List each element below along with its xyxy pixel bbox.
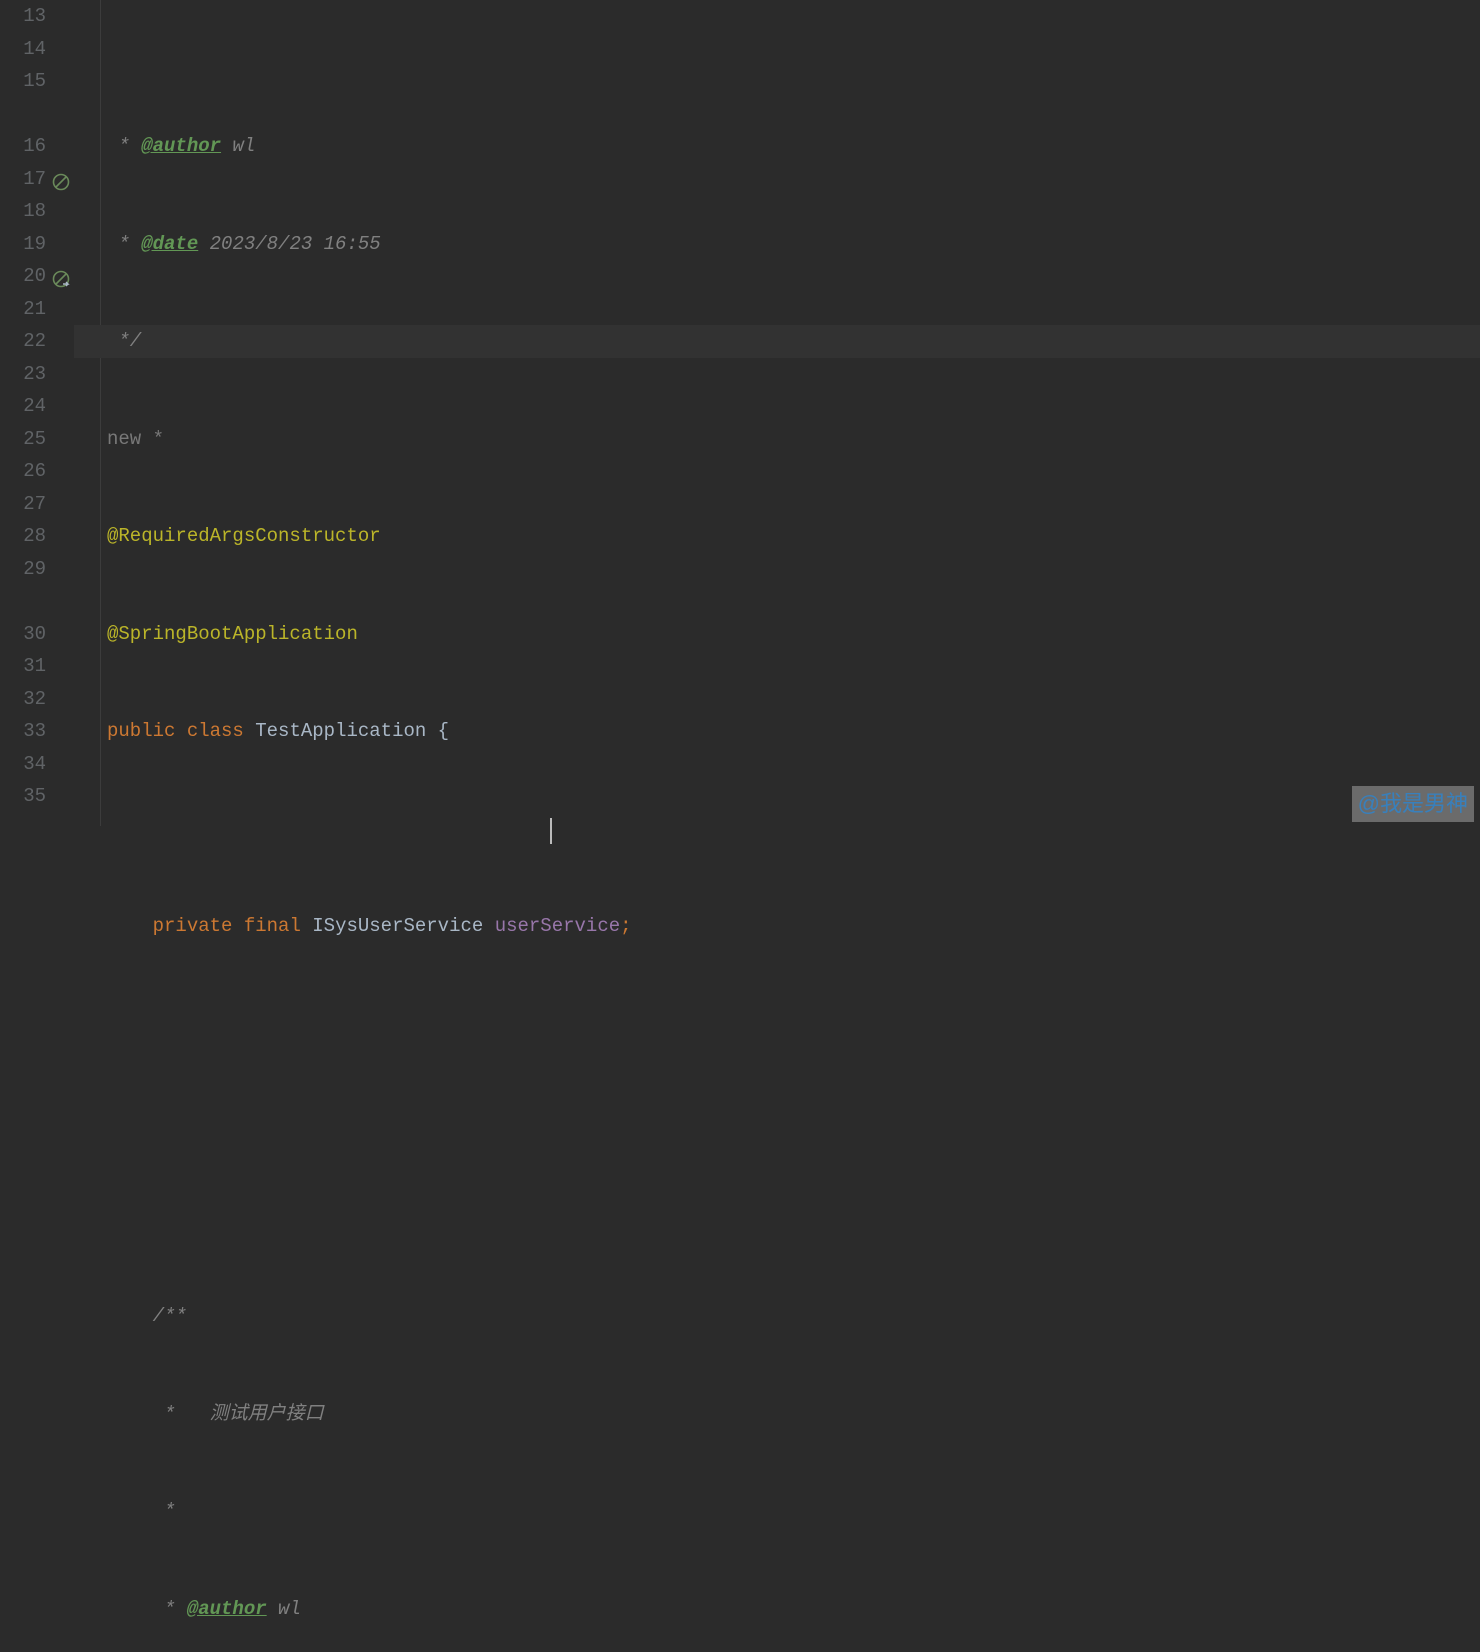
line-number: 19 — [23, 228, 46, 261]
line-number: 21 — [23, 293, 46, 326]
line-number: 22 — [23, 325, 46, 358]
code-line[interactable] — [107, 1203, 1480, 1236]
line-number: 18 — [23, 195, 46, 228]
code-line[interactable]: * @date 2023/8/23 16:55 — [107, 228, 1480, 261]
code-line[interactable] — [107, 1105, 1480, 1138]
line-number: 33 — [23, 715, 46, 748]
line-number: 27 — [23, 488, 46, 521]
code-line[interactable]: @SpringBootApplication — [107, 618, 1480, 651]
line-number: 26 — [23, 455, 46, 488]
code-line[interactable] — [107, 813, 1480, 846]
line-number: 25 — [23, 423, 46, 456]
line-number: 23 — [23, 358, 46, 391]
no-entry-arrow-icon[interactable] — [52, 267, 70, 285]
line-number: 35 — [23, 780, 46, 813]
line-number: 28 — [23, 520, 46, 553]
line-number: 29 — [23, 553, 46, 586]
code-line[interactable]: */ — [107, 325, 1480, 358]
line-number: 32 — [23, 683, 46, 716]
code-line[interactable]: @RequiredArgsConstructor — [107, 520, 1480, 553]
gutter: 13 14 15 16 17 18 19 20 21 22 23 24 25 2… — [0, 0, 74, 826]
code-line[interactable]: * @author wl — [107, 130, 1480, 163]
line-number: 16 — [23, 130, 46, 163]
code-editor[interactable]: 13 14 15 16 17 18 19 20 21 22 23 24 25 2… — [0, 0, 1480, 826]
line-number: 13 — [23, 0, 46, 33]
code-line[interactable]: * @author wl — [107, 1593, 1480, 1626]
line-number: 14 — [23, 33, 46, 66]
no-entry-icon[interactable] — [52, 170, 70, 188]
line-number: 24 — [23, 390, 46, 423]
code-area[interactable]: * @author wl * @date 2023/8/23 16:55 */ … — [74, 0, 1480, 826]
inlay-hint[interactable]: new * — [107, 423, 1480, 456]
text-cursor — [550, 818, 552, 844]
code-line[interactable]: * 测试用户接口 — [107, 1398, 1480, 1431]
code-line[interactable]: private final ISysUserService userServic… — [107, 910, 1480, 943]
watermark: @我是男神 — [1352, 786, 1474, 823]
code-line[interactable]: * — [107, 1495, 1480, 1528]
line-number: 30 — [23, 618, 46, 651]
code-line[interactable]: public class TestApplication { — [107, 715, 1480, 748]
line-number: 31 — [23, 650, 46, 683]
line-number: 20 — [23, 260, 46, 293]
line-number: 34 — [23, 748, 46, 781]
code-line[interactable]: /** — [107, 1300, 1480, 1333]
line-number: 17 — [23, 163, 46, 196]
code-line[interactable] — [107, 1008, 1480, 1041]
line-number: 15 — [23, 65, 46, 98]
